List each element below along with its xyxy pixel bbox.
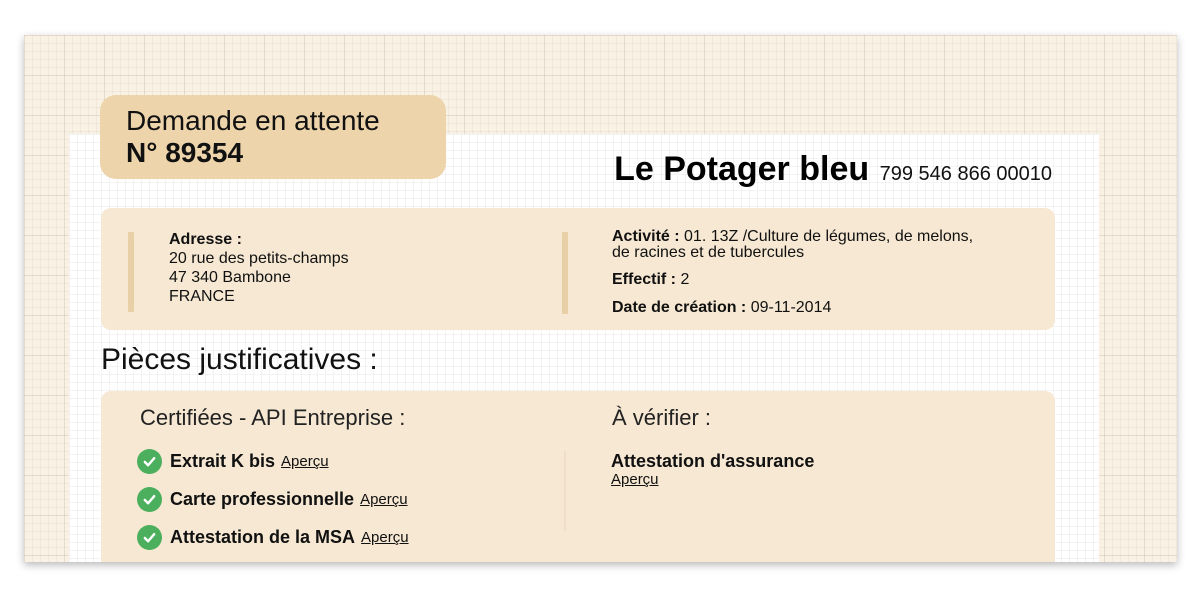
verify-document: Attestation d'assurance Aperçu	[611, 451, 814, 489]
certified-document: Attestation de la MSA Aperçu	[137, 525, 409, 550]
details-accent-bar	[562, 232, 568, 314]
request-status: Demande en attente	[126, 105, 380, 136]
staff-value: 2	[680, 271, 690, 288]
check-circle-icon	[137, 525, 162, 550]
request-status-badge: Demande en attente N° 89354	[100, 95, 446, 179]
document-name: Carte professionnelle	[170, 489, 355, 509]
certified-column-title: Certifiées - API Entreprise :	[140, 405, 406, 430]
document-name: Extrait K bis	[170, 451, 276, 471]
address-line: FRANCE	[169, 288, 235, 305]
preview-link[interactable]: Aperçu	[281, 453, 329, 470]
address-block: Adresse : 20 rue des petits-champs 47 34…	[169, 230, 349, 306]
activity-value-cont: de racines et de tubercules	[612, 244, 805, 261]
check-circle-icon	[137, 487, 162, 512]
preview-link[interactable]: Aperçu	[611, 472, 659, 488]
preview-link[interactable]: Aperçu	[361, 529, 409, 546]
documents-title: Pièces justificatives :	[101, 343, 378, 376]
activity-value: 01. 13Z /Culture de légumes, de melons,	[684, 228, 974, 245]
certified-document: Extrait K bis Aperçu	[137, 449, 329, 474]
staff-label: Effectif :	[612, 271, 676, 288]
preview-link[interactable]: Aperçu	[360, 491, 408, 508]
company-siret: 799 546 866 00010	[879, 163, 1052, 185]
address-line: 47 340 Bambone	[169, 269, 291, 286]
request-number: N° 89354	[126, 137, 244, 168]
company-details: Activité : 01. 13Z /Culture de légumes, …	[612, 229, 1042, 317]
column-divider	[564, 451, 566, 531]
activity-label: Activité :	[612, 228, 680, 245]
address-label: Adresse :	[169, 231, 242, 248]
verify-column-title: À vérifier :	[612, 405, 712, 430]
request-sheet: Demande en attente N° 89354 Le Potager b…	[24, 35, 1177, 562]
activity-row: Activité : 01. 13Z /Culture de légumes, …	[612, 229, 1042, 245]
check-circle-icon	[137, 449, 162, 474]
company-header: Le Potager bleu 799 546 866 00010	[614, 150, 1052, 189]
creation-date-row: Date de création : 09-11-2014	[612, 299, 1042, 317]
address-line: 20 rue des petits-champs	[169, 250, 349, 267]
creation-date-label: Date de création :	[612, 299, 747, 316]
company-name: Le Potager bleu	[614, 150, 870, 188]
document-name: Attestation d'assurance	[611, 451, 815, 471]
creation-date-value: 09-11-2014	[750, 299, 832, 316]
documents-panel: Certifiées - API Entreprise : Extrait K …	[101, 391, 1055, 562]
address-accent-bar	[128, 232, 134, 312]
certified-document: Carte professionnelle Aperçu	[137, 487, 408, 512]
staff-row: Effectif : 2	[612, 271, 1042, 289]
company-info-panel: Adresse : 20 rue des petits-champs 47 34…	[101, 208, 1055, 330]
document-name: Attestation de la MSA	[170, 527, 356, 547]
